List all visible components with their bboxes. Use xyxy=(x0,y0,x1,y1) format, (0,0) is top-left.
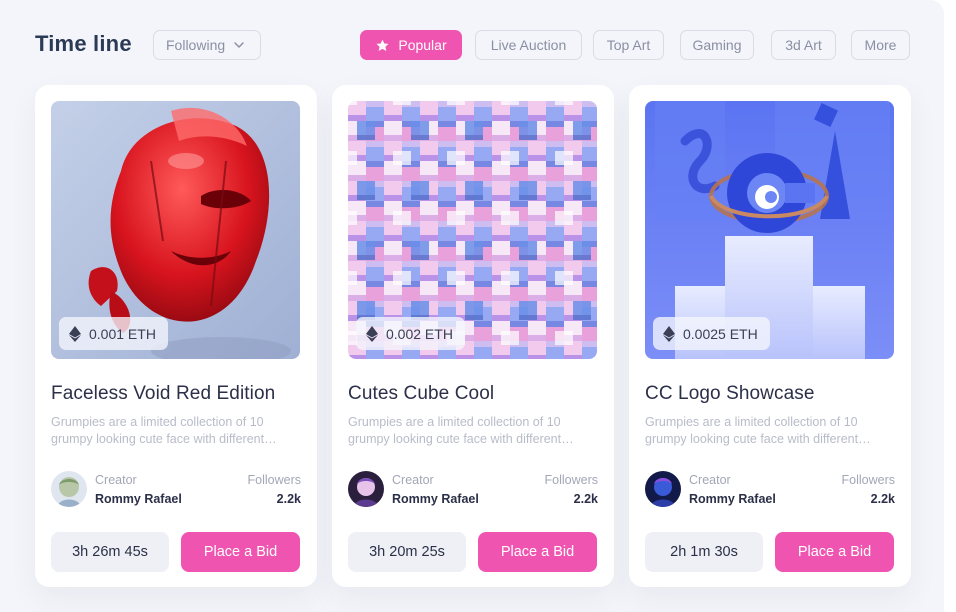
ethereum-icon xyxy=(366,325,378,342)
page-title: Time line xyxy=(35,31,132,56)
creator-label: Creator xyxy=(95,473,137,487)
creator-avatar[interactable] xyxy=(645,471,681,507)
price-badge: 0.001 ETH xyxy=(59,317,168,350)
star-icon xyxy=(376,39,389,51)
ethereum-icon xyxy=(663,325,675,342)
creator-name[interactable]: Rommy Rafael xyxy=(95,492,182,506)
creator-name[interactable]: Rommy Rafael xyxy=(392,492,479,506)
following-dropdown-label: Following xyxy=(166,37,226,53)
auction-timer: 3h 20m 25s xyxy=(348,532,466,572)
avatar-image xyxy=(645,471,681,507)
nft-description: Grumpies are a limited collection of 10 … xyxy=(348,415,574,446)
tag-3d-art[interactable]: 3d Art xyxy=(771,30,836,60)
nft-title: CC Logo Showcase xyxy=(645,383,815,404)
auction-timer: 2h 1m 30s xyxy=(645,532,763,572)
tag-label: 3d Art xyxy=(785,37,822,53)
nft-title: Faceless Void Red Edition xyxy=(51,383,276,404)
tag-label: Top Art xyxy=(606,37,651,53)
avatar-image xyxy=(51,471,87,507)
chevron-down-icon xyxy=(234,42,244,48)
tag-more[interactable]: More xyxy=(851,30,910,60)
auction-timer: 3h 26m 45s xyxy=(51,532,169,572)
timeline-header: Time line Following Popular Live Auction… xyxy=(0,0,944,90)
tag-label: More xyxy=(864,37,897,53)
nft-artwork[interactable]: 0.002 ETH xyxy=(348,101,597,359)
place-bid-button[interactable]: Place a Bid xyxy=(181,532,300,572)
ethereum-icon xyxy=(69,325,81,342)
tag-popular[interactable]: Popular xyxy=(360,30,462,60)
tag-gaming[interactable]: Gaming xyxy=(680,30,754,60)
followers-label: Followers xyxy=(841,473,896,487)
creator-avatar[interactable] xyxy=(348,471,384,507)
creator-name[interactable]: Rommy Rafael xyxy=(689,492,776,506)
followers-label: Followers xyxy=(247,473,302,487)
followers-count: 2.2k xyxy=(276,492,301,506)
nft-description: Grumpies are a limited collection of 10 … xyxy=(51,415,277,446)
tag-label: Gaming xyxy=(692,37,742,53)
avatar-image xyxy=(348,471,384,507)
nft-artwork[interactable]: 0.0025 ETH xyxy=(645,101,894,359)
price-badge: 0.002 ETH xyxy=(356,317,465,350)
price-badge: 0.0025 ETH xyxy=(653,317,770,350)
followers-count: 2.2k xyxy=(870,492,895,506)
price-value: 0.0025 ETH xyxy=(683,325,758,342)
nft-description: Grumpies are a limited collection of 10 … xyxy=(645,415,871,446)
tag-label: Live Auction xyxy=(490,37,567,53)
timeline-panel: Time line Following Popular Live Auction… xyxy=(0,0,944,612)
creator-label: Creator xyxy=(689,473,731,487)
following-dropdown[interactable]: Following xyxy=(153,30,261,60)
nft-artwork[interactable]: 0.001 ETH xyxy=(51,101,300,359)
place-bid-button[interactable]: Place a Bid xyxy=(478,532,597,572)
place-bid-button[interactable]: Place a Bid xyxy=(775,532,894,572)
nft-title: Cutes Cube Cool xyxy=(348,383,495,404)
followers-count: 2.2k xyxy=(573,492,598,506)
tag-live-auction[interactable]: Live Auction xyxy=(475,30,582,60)
nft-card[interactable]: 0.001 ETH Faceless Void Red Edition Grum… xyxy=(35,85,317,587)
followers-label: Followers xyxy=(544,473,599,487)
nft-card[interactable]: 0.0025 ETH CC Logo Showcase Grumpies are… xyxy=(629,85,911,587)
tag-top-art[interactable]: Top Art xyxy=(593,30,664,60)
price-value: 0.002 ETH xyxy=(386,325,453,342)
creator-avatar[interactable] xyxy=(51,471,87,507)
tag-label: Popular xyxy=(398,37,447,53)
price-value: 0.001 ETH xyxy=(89,325,156,342)
nft-card[interactable]: 0.002 ETH Cutes Cube Cool Grumpies are a… xyxy=(332,85,614,587)
creator-label: Creator xyxy=(392,473,434,487)
